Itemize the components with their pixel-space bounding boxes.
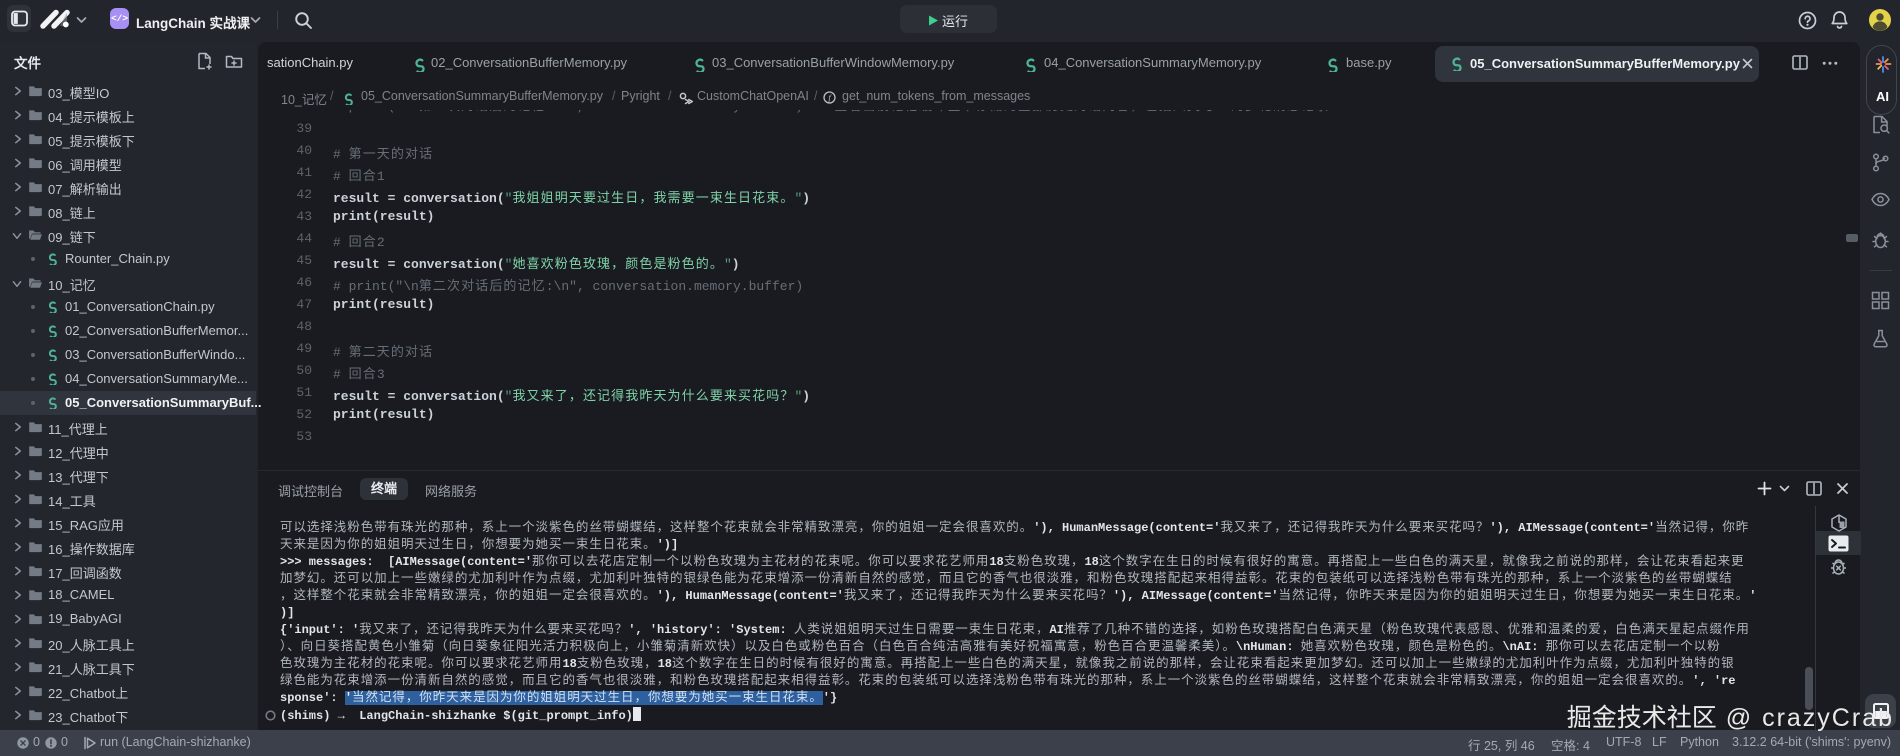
svg-text:f: f [828, 92, 832, 102]
